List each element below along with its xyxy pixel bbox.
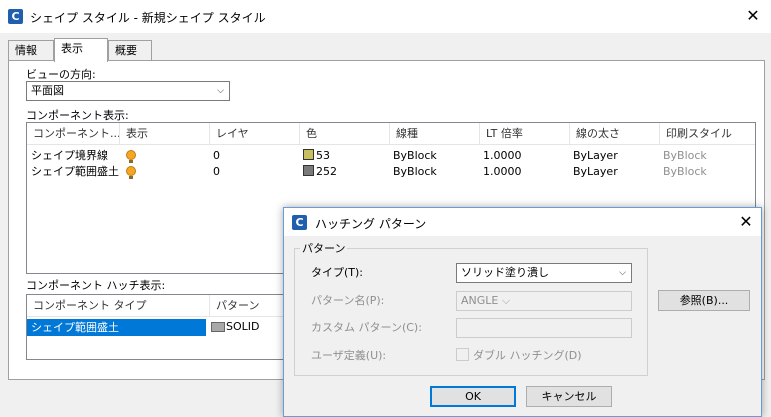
browse-button[interactable]: 参照(B)... (658, 290, 750, 311)
col-linetype[interactable]: 線種 (390, 123, 480, 145)
color-index: 53 (316, 149, 330, 162)
row-lt-scale: 1.0000 (483, 149, 522, 162)
table-row[interactable]: シェイプ境界線 0 53 ByBlock 1.0000 ByLayer ByBl… (27, 148, 755, 164)
view-direction-value: 平面図 (31, 84, 64, 97)
pattern-name-label: パターン名(P): (311, 294, 385, 307)
pattern-name-value: ANGLE (461, 294, 499, 307)
row-layer: 0 (213, 165, 220, 178)
chevron-down-icon: ⌵ (619, 268, 626, 278)
chevron-down-icon: ⌵ (501, 294, 511, 307)
row-lineweight: ByLayer (573, 165, 618, 178)
tab-display[interactable]: 表示 (54, 38, 108, 62)
col-visible[interactable]: 表示 (120, 123, 210, 145)
view-direction-select[interactable]: 平面図 ⌵ (26, 81, 230, 101)
window-title: シェイプ スタイル - 新規シェイプ スタイル (30, 11, 266, 25)
color-index: 252 (316, 165, 337, 178)
row-color[interactable]: 252 (303, 164, 337, 180)
pattern-group-label: パターン (300, 240, 348, 256)
col-lineweight[interactable]: 線の太さ (570, 123, 660, 145)
col-plot-style[interactable]: 印刷スタイル (660, 123, 755, 145)
dialog-title: ハッチング パターン (315, 217, 427, 231)
double-hatch-checkbox[interactable] (456, 348, 469, 361)
type-label: タイプ(T): (311, 266, 364, 279)
row-component: シェイプ境界線 (31, 149, 108, 162)
row-plot-style: ByBlock (663, 149, 707, 162)
double-hatch-label: ダブル ハッチング(D) (473, 349, 582, 362)
title-bar: C シェイプ スタイル - 新規シェイプ スタイル ✕ (0, 0, 771, 33)
type-select[interactable]: ソリッド塗り潰し ⌵ (456, 263, 632, 283)
lightbulb-on-icon[interactable] (126, 150, 136, 163)
col-color[interactable]: 色 (300, 123, 390, 145)
cancel-button[interactable]: キャンセル (526, 386, 612, 407)
col-lt-scale[interactable]: LT 倍率 (480, 123, 570, 145)
hatch-pattern-dialog[interactable]: C ハッチング パターン ✕ パターン タイプ(T): ソリッド塗り潰し ⌵ パ… (283, 207, 762, 417)
app-icon: C (8, 9, 23, 24)
row-linetype: ByBlock (393, 149, 437, 162)
row-linetype: ByBlock (393, 165, 437, 178)
row-layer: 0 (213, 149, 220, 162)
ok-button[interactable]: OK (430, 386, 516, 407)
row-lt-scale: 1.0000 (483, 165, 522, 178)
color-swatch (303, 165, 314, 176)
tab-info[interactable]: 情報 (8, 40, 54, 62)
row-color[interactable]: 53 (303, 148, 330, 164)
type-value: ソリッド塗り潰し (461, 266, 549, 279)
chevron-down-icon: ⌵ (217, 86, 224, 96)
col-component-type[interactable]: コンポーネント タイプ (27, 295, 210, 317)
row-component-selected[interactable]: シェイプ範囲盛土 (27, 319, 206, 336)
app-icon: C (292, 215, 307, 230)
custom-pattern-label: カスタム パターン(C): (311, 321, 422, 334)
row-pattern[interactable]: SOLID (211, 319, 259, 335)
row-lineweight: ByLayer (573, 149, 618, 162)
col-layer[interactable]: レイヤ (210, 123, 300, 145)
component-display-label: コンポーネント表示: (26, 109, 129, 122)
col-component[interactable]: コンポーネント... (27, 123, 120, 145)
close-icon[interactable]: ✕ (734, 212, 758, 232)
pattern-name-select[interactable]: ANGLE ⌵ (456, 291, 632, 311)
color-swatch (303, 149, 314, 160)
hatch-display-label: コンポーネント ハッチ表示: (26, 279, 166, 292)
lightbulb-on-icon[interactable] (126, 166, 136, 179)
user-defined-label: ユーザ定義(U): (311, 349, 387, 362)
dialog-title-bar: C ハッチング パターン ✕ (284, 208, 761, 236)
tab-summary[interactable]: 概要 (108, 40, 152, 62)
custom-pattern-input[interactable] (456, 318, 632, 338)
row-component: シェイプ範囲盛土 (31, 165, 119, 178)
component-display-header: コンポーネント... 表示 レイヤ 色 線種 LT 倍率 線の太さ 印刷スタイル (27, 123, 755, 145)
pattern-swatch (211, 322, 225, 332)
row-plot-style: ByBlock (663, 165, 707, 178)
view-direction-label: ビューの方向: (26, 68, 96, 81)
close-icon[interactable]: ✕ (741, 6, 765, 26)
table-row[interactable]: シェイプ範囲盛土 0 252 ByBlock 1.0000 ByLayer By… (27, 164, 755, 180)
